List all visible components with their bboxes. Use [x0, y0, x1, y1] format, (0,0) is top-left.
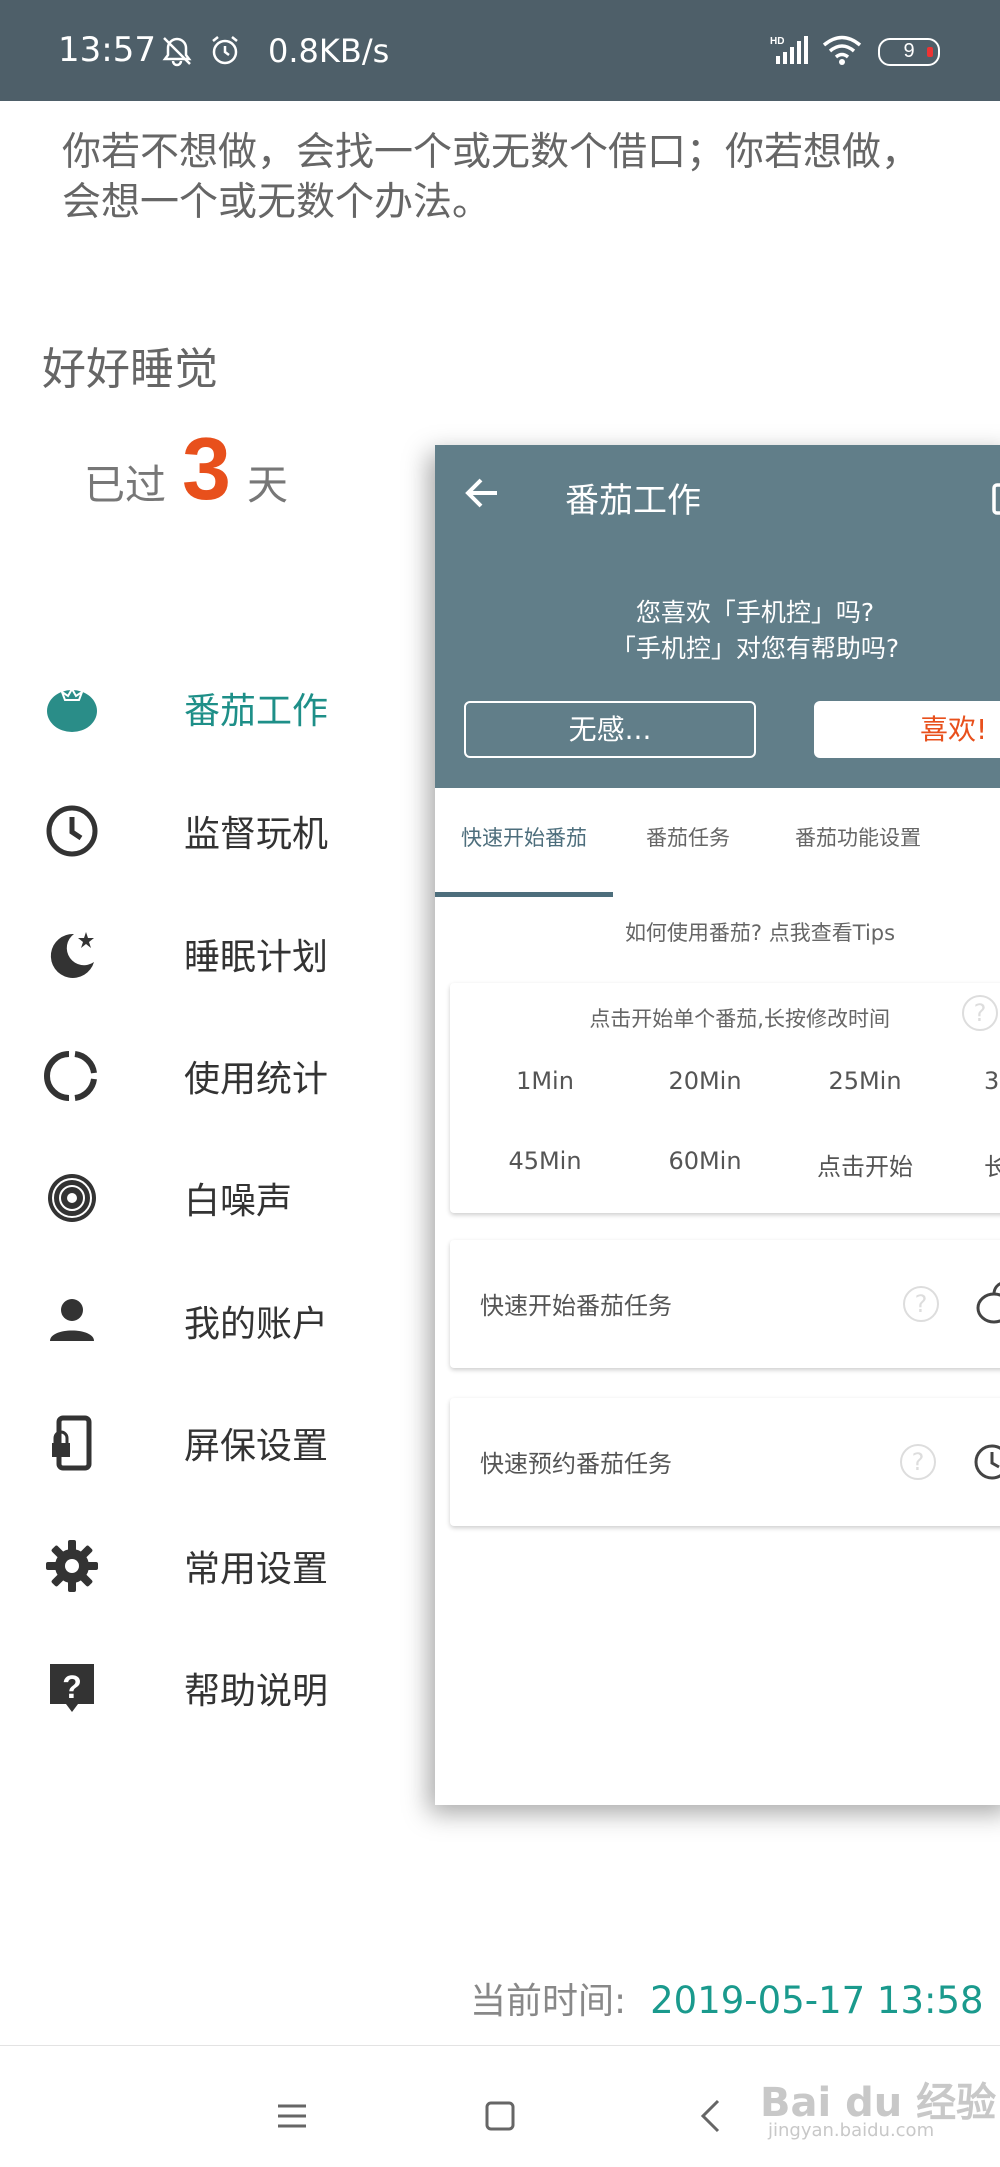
back-nav-icon[interactable] — [698, 2098, 722, 2134]
status-bar: 13:57 0.8KB/s HD 9 — [0, 0, 1000, 101]
tips-link[interactable]: 如何使用番茄? 点我查看Tips — [435, 917, 1000, 947]
motto-quote: 你若不想做，会找一个或无数个借口；你若想做，会想一个或无数个办法。 — [62, 130, 921, 225]
clock-icon — [42, 801, 102, 861]
days-count: 3 — [182, 419, 231, 518]
menu-item-sleep-plan[interactable]: 睡眠计划 — [42, 914, 442, 994]
menu-item-help[interactable]: ? 帮助说明 — [42, 1648, 442, 1728]
schedule-task-panel[interactable]: 快速预约番茄任务 ? — [450, 1398, 1000, 1526]
card-toolbar: 番茄工作 — [435, 445, 1000, 545]
goal-title: 好好睡觉 — [42, 344, 218, 395]
duration-25min[interactable]: 25Min — [790, 1067, 940, 1095]
svg-text:HD: HD — [770, 36, 784, 47]
menu-label: 使用统计 — [184, 1059, 329, 1100]
menu-nav-icon[interactable] — [276, 2102, 308, 2130]
tab-tomato-tasks[interactable]: 番茄任务 — [613, 788, 763, 888]
banner-question-2: 「手机控」对您有帮助吗? — [610, 634, 900, 663]
menu-label: 监督玩机 — [184, 814, 329, 855]
status-time: 13:57 — [58, 30, 156, 70]
network-speed: 0.8KB/s — [268, 32, 390, 70]
pie-ring-icon — [42, 1046, 102, 1106]
moon-star-icon — [42, 924, 102, 984]
tomato-work-window: 番茄工作 您喜欢「手机控」吗? 「手机控」对您有帮助吗? 无感... 喜欢! 快… — [435, 445, 1000, 1805]
disc-icon — [42, 1168, 102, 1228]
svg-text:?: ? — [62, 1669, 82, 1705]
screen: 13:57 0.8KB/s HD 9 你若不想做，会找一个或无数个借口；你若想做… — [0, 0, 1000, 2167]
back-arrow-icon[interactable] — [463, 473, 503, 513]
home-nav-icon[interactable] — [484, 2100, 516, 2132]
duration-partial[interactable]: 3 — [950, 1067, 1000, 1095]
quick-hint: 点击开始单个番茄,长按修改时间 — [589, 1007, 890, 1031]
tomato-icon — [42, 678, 102, 738]
person-icon — [42, 1291, 102, 1351]
feedback-banner: 您喜欢「手机控」吗? 「手机控」对您有帮助吗? 无感... 喜欢! — [435, 545, 1000, 788]
days-passed: 已过 3 天 — [84, 418, 288, 520]
mute-icon — [162, 37, 192, 67]
battery-level: 9 — [903, 40, 915, 62]
duration-1min[interactable]: 1Min — [470, 1067, 620, 1095]
tab-tomato-settings[interactable]: 番茄功能设置 — [763, 788, 953, 888]
menu-label: 番茄工作 — [184, 691, 329, 732]
watermark-site: jingyan.baidu.com — [768, 2120, 935, 2141]
tab-quick-start[interactable]: 快速开始番茄 — [435, 788, 613, 888]
menu-label: 帮助说明 — [184, 1671, 329, 1712]
help-circle-icon[interactable]: ? — [962, 995, 998, 1031]
indifferent-button[interactable]: 无感... — [464, 701, 756, 758]
card-title: 番茄工作 — [565, 481, 701, 521]
menu-label: 常用设置 — [184, 1549, 329, 1590]
menu-label: 睡眠计划 — [184, 937, 329, 978]
click-start-button[interactable]: 点击开始 — [790, 1147, 940, 1182]
hd-signal-icon: HD — [770, 36, 808, 64]
phone-lock-icon — [42, 1413, 102, 1473]
menu-item-screensaver[interactable]: 屏保设置 — [42, 1403, 442, 1483]
banner-question-1: 您喜欢「手机控」吗? — [635, 598, 875, 627]
duration-20min[interactable]: 20Min — [630, 1067, 780, 1095]
gear-icon — [42, 1536, 102, 1596]
duration-60min[interactable]: 60Min — [630, 1147, 780, 1175]
like-button[interactable]: 喜欢! — [814, 701, 1000, 758]
menu-item-usage-stats[interactable]: 使用统计 — [42, 1036, 442, 1116]
calendar-icon[interactable] — [990, 477, 1000, 517]
menu-item-account[interactable]: 我的账户 — [42, 1281, 442, 1361]
quick-start-task-label: 快速开始番茄任务 — [480, 1292, 672, 1320]
help-icon: ? — [42, 1658, 102, 1718]
menu-label: 屏保设置 — [184, 1426, 329, 1467]
quick-duration-panel: 点击开始单个番茄,长按修改时间 ? 1Min 20Min 25Min 3 45M… — [450, 983, 1000, 1213]
duration-45min[interactable]: 45Min — [470, 1147, 620, 1175]
days-suffix: 天 — [246, 461, 288, 509]
tab-indicator — [435, 892, 613, 897]
clock-outline-icon[interactable] — [970, 1442, 1000, 1482]
help-circle-icon[interactable]: ? — [900, 1444, 936, 1480]
quick-start-task-panel[interactable]: 快速开始番茄任务 ? — [450, 1240, 1000, 1368]
menu-item-white-noise[interactable]: 白噪声 — [42, 1158, 442, 1238]
alarm-icon — [212, 36, 238, 65]
wifi-icon — [822, 35, 862, 65]
help-circle-icon[interactable]: ? — [903, 1286, 939, 1322]
menu-item-tomato-work[interactable]: 番茄工作 — [42, 668, 442, 748]
battery-icon: 9 — [878, 38, 940, 66]
current-time-value: 2019-05-17 13:58 — [650, 1979, 984, 2022]
current-time: 当前时间: 2019-05-17 13:58 — [470, 1972, 984, 2024]
days-prefix: 已过 — [84, 461, 166, 509]
long-press-partial[interactable]: 长 — [950, 1147, 1000, 1182]
tab-bar: 快速开始番茄 番茄任务 番茄功能设置 — [435, 788, 1000, 888]
current-time-label: 当前时间: — [470, 1981, 627, 2022]
schedule-task-label: 快速预约番茄任务 — [480, 1450, 672, 1478]
menu-label: 白噪声 — [184, 1181, 293, 1222]
tomato-outline-icon[interactable] — [972, 1280, 1000, 1326]
menu-label: 我的账户 — [184, 1304, 329, 1345]
menu-item-supervise[interactable]: 监督玩机 — [42, 791, 442, 871]
menu-item-general-settings[interactable]: 常用设置 — [42, 1526, 442, 1606]
